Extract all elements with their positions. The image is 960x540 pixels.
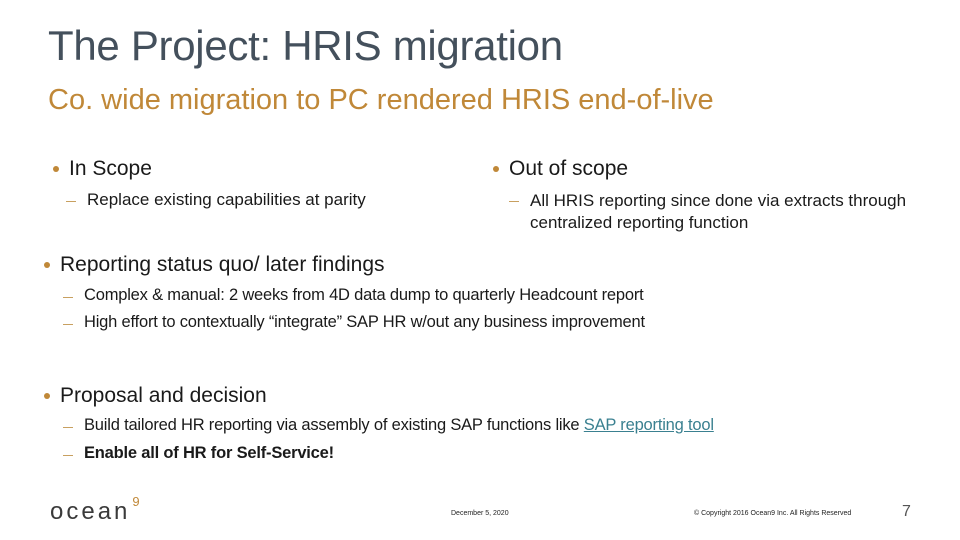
dash-icon (63, 324, 73, 325)
reporting-item-text: High effort to contextually “integrate” … (84, 313, 645, 331)
reporting-heading: Reporting status quo/ later findings (44, 253, 385, 277)
footer-copyright: © Copyright 2016 Ocean9 Inc. All Rights … (694, 510, 852, 517)
bullet-icon (493, 166, 499, 172)
proposal-item-text: Enable all of HR for Self-Service! (84, 444, 334, 462)
bullet-icon (44, 262, 50, 268)
ocean9-logo: ocean 9 (50, 494, 140, 526)
proposal-item-prefix: Build tailored HR reporting via assembly… (84, 416, 584, 434)
reporting-heading-text: Reporting status quo/ later findings (60, 253, 385, 276)
reporting-item-text: Complex & manual: 2 weeks from 4D data d… (84, 286, 644, 304)
slide-title: The Project: HRIS migration (48, 22, 563, 69)
reporting-item: High effort to contextually “integrate” … (63, 313, 645, 332)
dash-icon (509, 201, 519, 202)
in-scope-heading: In Scope (53, 157, 152, 181)
dash-icon (63, 297, 73, 298)
out-of-scope-heading: Out of scope (493, 157, 628, 181)
dash-icon (66, 201, 76, 202)
in-scope-item: Replace existing capabilities at parity (66, 190, 446, 210)
proposal-item-text: Build tailored HR reporting via assembly… (84, 416, 714, 435)
proposal-item: Enable all of HR for Self-Service! (63, 444, 334, 463)
sap-reporting-tool-link[interactable]: SAP reporting tool (584, 416, 714, 434)
proposal-item: Build tailored HR reporting via assembly… (63, 416, 714, 435)
out-of-scope-item-text: All HRIS reporting since done via extrac… (530, 191, 907, 232)
logo-text: ocean (50, 498, 131, 525)
dash-icon (63, 455, 73, 456)
bullet-icon (44, 393, 50, 399)
bullet-icon (53, 166, 59, 172)
logo-superscript: 9 (132, 494, 140, 509)
out-of-scope-heading-text: Out of scope (509, 157, 629, 180)
proposal-heading: Proposal and decision (44, 384, 267, 408)
out-of-scope-item: All HRIS reporting since done via extrac… (509, 190, 909, 234)
page-number: 7 (902, 503, 911, 520)
slide-subtitle: Co. wide migration to PC rendered HRIS e… (48, 84, 714, 116)
dash-icon (63, 427, 73, 428)
footer-date: December 5, 2020 (451, 510, 509, 517)
reporting-item: Complex & manual: 2 weeks from 4D data d… (63, 286, 644, 305)
proposal-heading-text: Proposal and decision (60, 384, 267, 407)
in-scope-item-text: Replace existing capabilities at parity (87, 190, 366, 209)
in-scope-heading-text: In Scope (69, 157, 152, 180)
